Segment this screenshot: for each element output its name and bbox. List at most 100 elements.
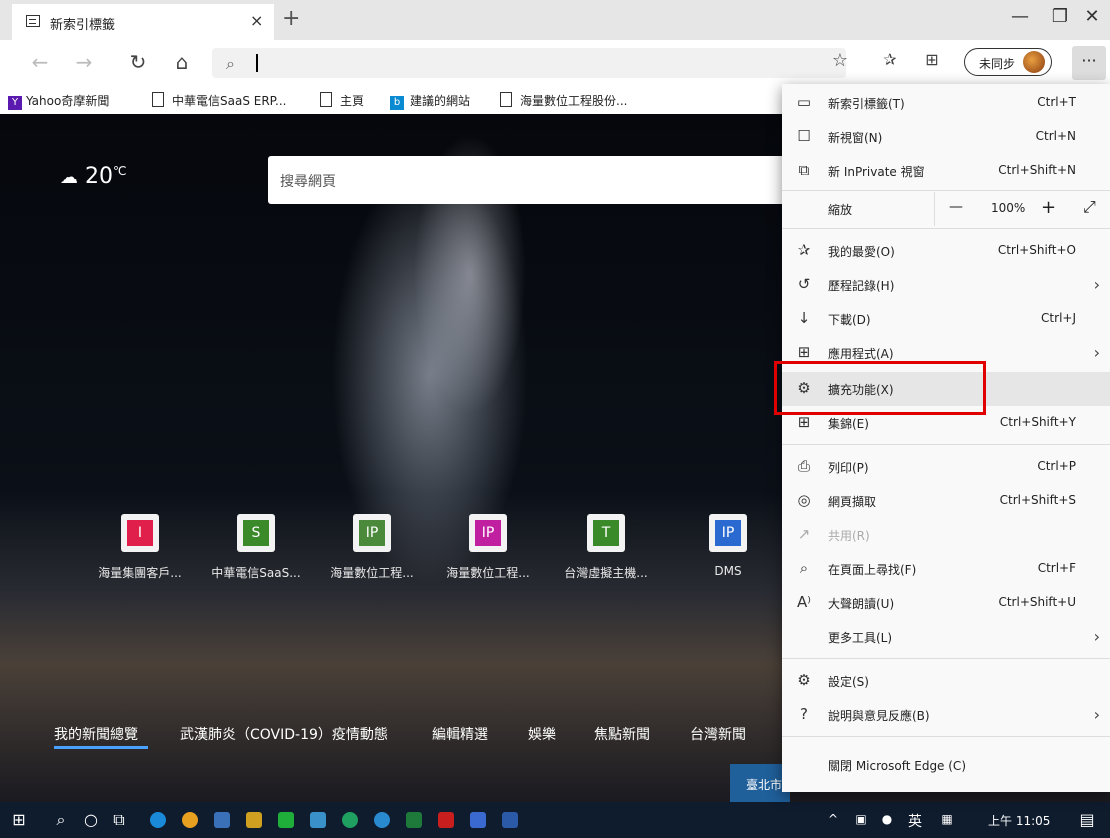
- address-bar[interactable]: ⌕: [212, 48, 846, 78]
- zoom-level: 100%: [991, 201, 1026, 215]
- zoom-out-button[interactable]: —: [949, 199, 963, 215]
- menu-separator: [782, 228, 1110, 229]
- home-button[interactable]: ⌂: [168, 50, 196, 74]
- profile-sync-button[interactable]: 未同步: [964, 48, 1052, 76]
- app-icon[interactable]: [310, 812, 326, 828]
- tab-strip: 新索引標籤 × + — ❐ ✕: [0, 0, 1110, 40]
- quick-link-tile[interactable]: S 中華電信SaaS...: [196, 514, 316, 581]
- tile-icon: S: [237, 514, 275, 552]
- app-icon[interactable]: [246, 812, 262, 828]
- app-tray-icon[interactable]: ●: [874, 812, 900, 826]
- notification-icon[interactable]: ▤: [1074, 810, 1100, 829]
- edge-icon[interactable]: [150, 812, 166, 828]
- collections-button[interactable]: ⊞: [918, 50, 946, 69]
- forward-button[interactable]: →: [70, 50, 98, 74]
- menu-item-read-aloud[interactable]: A⁾ 大聲朗讀(U) Ctrl+Shift+U: [782, 586, 1110, 620]
- menu-item-web-capture[interactable]: ◎ 網頁擷取 Ctrl+Shift+S: [782, 484, 1110, 518]
- close-window-button[interactable]: ✕: [1072, 6, 1110, 27]
- search-box[interactable]: 搜尋網頁: [268, 156, 788, 204]
- chevron-right-icon: ›: [1093, 343, 1100, 362]
- chrome-icon[interactable]: [182, 812, 198, 828]
- read-aloud-icon: A⁾: [797, 593, 811, 611]
- refresh-button[interactable]: ↻: [124, 50, 152, 74]
- weather-card[interactable]: 臺北市: [730, 764, 790, 802]
- fullscreen-icon[interactable]: ⤢: [1083, 197, 1096, 217]
- search-placeholder: 搜尋網頁: [280, 174, 336, 190]
- ime-icon[interactable]: ▦: [934, 812, 960, 826]
- tile-icon: IP: [469, 514, 507, 552]
- favorite-item[interactable]: b 建議的網站: [390, 92, 470, 110]
- windows-start-icon[interactable]: ⊞: [6, 810, 32, 829]
- news-tab-my-feed[interactable]: 我的新聞總覽: [54, 724, 138, 744]
- quick-link-tile[interactable]: IP 海量數位工程...: [312, 514, 432, 581]
- add-favorite-button[interactable]: ☆: [826, 50, 854, 71]
- menu-item-new-inprivate[interactable]: ⧉ 新 InPrivate 視窗 Ctrl+Shift+N: [782, 154, 1110, 188]
- menu-item-close-edge[interactable]: 關閉 Microsoft Edge (C): [782, 748, 1110, 782]
- menu-item-downloads[interactable]: ↓ 下載(D) Ctrl+J: [782, 302, 1110, 336]
- news-tab-covid[interactable]: 武漢肺炎（COVID-19）疫情動態: [180, 724, 388, 744]
- menu-item-history[interactable]: ↺ 歷程記錄(H) ›: [782, 268, 1110, 302]
- menu-item-more-tools[interactable]: 更多工具(L) ›: [782, 620, 1110, 654]
- language-indicator[interactable]: 英: [902, 811, 928, 831]
- quick-link-tile[interactable]: T 台灣虛擬主機...: [546, 514, 666, 581]
- tile-icon: IP: [353, 514, 391, 552]
- file-explorer-icon[interactable]: [214, 812, 230, 828]
- quick-link-tile[interactable]: I 海量集團客戶...: [80, 514, 200, 581]
- inprivate-icon: ⧉: [798, 161, 810, 179]
- app-icon[interactable]: [470, 812, 486, 828]
- favorite-item[interactable]: 主頁: [320, 92, 364, 109]
- tray-expand-icon[interactable]: ^: [820, 812, 846, 826]
- apps-icon: ⊞: [797, 343, 811, 361]
- menu-item-settings[interactable]: ⚙ 設定(S): [782, 664, 1110, 698]
- tab-page-icon: [26, 15, 40, 27]
- weather-unit: ℃: [113, 164, 127, 178]
- taskbar: ⊞ ⌕ ○ ⧉ ^ ▣ ● 英 ▦ 上午 11:05 ▤: [0, 802, 1110, 838]
- app-icon[interactable]: [374, 812, 390, 828]
- menu-item-print[interactable]: ⎙ 列印(P) Ctrl+P: [782, 450, 1110, 484]
- favorites-button[interactable]: ✰: [876, 50, 904, 69]
- share-icon: ↗: [797, 525, 811, 543]
- news-tab-entertainment[interactable]: 娛樂: [528, 724, 556, 744]
- zoom-in-button[interactable]: +: [1041, 197, 1056, 218]
- menu-item-new-window[interactable]: ☐ 新視窗(N) Ctrl+N: [782, 120, 1110, 154]
- tab-close-button[interactable]: ×: [250, 11, 263, 30]
- news-tab-editors[interactable]: 編輯精選: [432, 724, 488, 744]
- chevron-right-icon: ›: [1093, 627, 1100, 646]
- weather-widget[interactable]: ☁ 20℃: [60, 164, 126, 189]
- settings-icon: ⚙: [797, 671, 811, 689]
- sync-label: 未同步: [979, 57, 1016, 71]
- menu-separator: [782, 736, 1110, 737]
- quick-link-tile[interactable]: IP DMS: [668, 514, 788, 578]
- quick-link-tile[interactable]: IP 海量數位工程...: [428, 514, 548, 581]
- task-view-icon[interactable]: ⧉: [106, 810, 132, 830]
- new-tab-button[interactable]: +: [282, 6, 300, 31]
- settings-more-button[interactable]: ···: [1072, 46, 1106, 80]
- menu-item-help[interactable]: ? 說明與意見反應(B) ›: [782, 698, 1110, 732]
- search-icon[interactable]: ⌕: [48, 810, 74, 830]
- network-icon[interactable]: ▣: [848, 812, 874, 826]
- tab-new-tab[interactable]: 新索引標籤 ×: [12, 4, 274, 40]
- favorite-item[interactable]: Y Yahoo奇摩新聞: [8, 92, 109, 110]
- news-tab-taiwan[interactable]: 台灣新聞: [690, 724, 746, 744]
- excel-icon[interactable]: [406, 812, 422, 828]
- favorite-item[interactable]: 中華電信SaaS ERP...: [152, 92, 287, 109]
- word-icon[interactable]: [502, 812, 518, 828]
- back-button[interactable]: ←: [26, 50, 54, 74]
- menu-separator: [782, 658, 1110, 659]
- page-icon: [320, 92, 332, 107]
- help-icon: ?: [800, 705, 808, 723]
- menu-item-share: ↗ 共用(R): [782, 518, 1110, 552]
- tab-title: 新索引標籤: [50, 18, 116, 33]
- cortana-icon[interactable]: ○: [78, 810, 104, 829]
- app-icon[interactable]: [342, 812, 358, 828]
- minimize-button[interactable]: —: [1000, 6, 1040, 27]
- clock[interactable]: 上午 11:05: [988, 812, 1050, 829]
- menu-item-favorites[interactable]: ✰ 我的最愛(O) Ctrl+Shift+O: [782, 234, 1110, 268]
- menu-item-find[interactable]: ⌕ 在頁面上尋找(F) Ctrl+F: [782, 552, 1110, 586]
- news-tab-top[interactable]: 焦點新聞: [594, 724, 650, 744]
- favorite-item[interactable]: 海量數位工程股份...: [500, 92, 627, 109]
- acrobat-icon[interactable]: [438, 812, 454, 828]
- tab-icon: ▭: [796, 93, 812, 111]
- line-icon[interactable]: [278, 812, 294, 828]
- menu-item-new-tab[interactable]: ▭ 新索引標籤(T) Ctrl+T: [782, 86, 1110, 120]
